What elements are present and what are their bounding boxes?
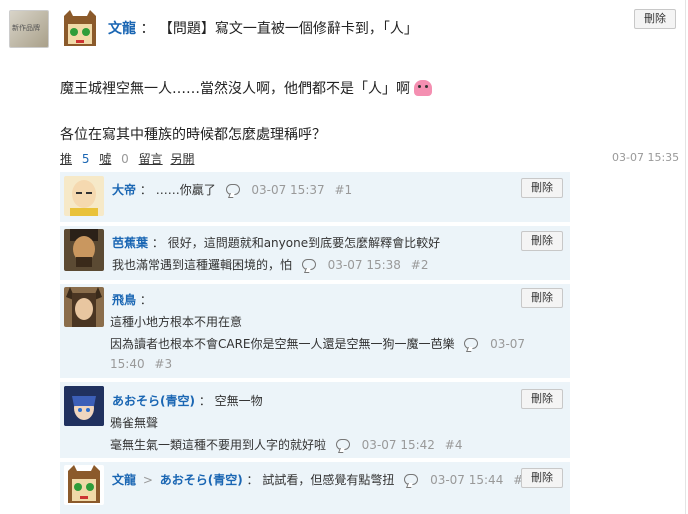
reply-4-text-3: 毫無生氣一類這種不要用到人字的就好啦: [110, 438, 327, 452]
right-border: [685, 0, 686, 514]
reply-5-target[interactable]: あおそら(青空): [160, 473, 243, 487]
reply-1-delete-button[interactable]: 刪除: [521, 178, 563, 198]
reply-5-author[interactable]: 文龍: [112, 473, 136, 487]
reply-3-line-1: 這種小地方根本不用在意: [110, 315, 243, 329]
boo-count: 0: [121, 152, 129, 166]
post-title-line: 文龍 ： 【問題】寫文一直被一個修辭卡到，「人」: [108, 18, 418, 38]
reply-5-time: 03-07 15:44: [430, 473, 504, 487]
post-body-text-1: 魔王城裡空無一人……當然沒人啊，他們都不是「人」啊: [60, 81, 410, 97]
reply-2-text-1: 很好，這問題就和anyone到底要怎麼解釋會比較好: [167, 236, 441, 250]
reply-2-text-2: 我也滿常遇到這種邏輯困境的，怕: [112, 258, 293, 272]
reply-1-time: 03-07 15:37: [251, 183, 325, 197]
reply-4-line-3: 毫無生氣一類這種不要用到人字的就好啦 03-07 15:42 #4: [110, 436, 462, 453]
reply-button[interactable]: 留言: [139, 152, 163, 166]
reply-1-colon: ：: [139, 183, 152, 197]
reply-4-line-1: あおそら(青空) ： 空無一物: [112, 392, 263, 409]
horned-girl-avatar-icon: [66, 287, 102, 327]
reply-item: [60, 462, 570, 514]
reply-2-delete-button[interactable]: 刪除: [521, 231, 563, 251]
post-title: 【問題】寫文一直被一個修辭卡到，「人」: [158, 21, 418, 37]
post-delete-button[interactable]: 刪除: [634, 9, 676, 29]
comment-bubble-icon[interactable]: [301, 259, 316, 270]
reply-avatar[interactable]: [64, 176, 104, 216]
open-button[interactable]: 另開: [170, 152, 194, 166]
push-count: 5: [81, 152, 90, 166]
reply-3-colon: ：: [139, 293, 152, 307]
reply-3-time: 15:40: [110, 357, 145, 371]
author-avatar[interactable]: [60, 10, 100, 48]
post-body-line-2: 各位在寫其中種族的時候都怎麼處理稱呼？: [60, 127, 326, 143]
reply-2-line-2: 我也滿常遇到這種邏輯困境的，怕 03-07 15:38 #2: [112, 256, 428, 273]
reply-3-floor: #3: [154, 357, 173, 371]
reply-3-delete-button[interactable]: 刪除: [521, 288, 563, 308]
reply-2-colon: ：: [151, 236, 164, 250]
reply-2-floor: #2: [410, 258, 429, 272]
reply-3-line-2: 因為讀者也根本不會CARE你是空無一人還是空無一狗一魔一芭樂 03-07: [110, 335, 525, 352]
reply-avatar[interactable]: [64, 287, 104, 327]
reply-5-colon: ：: [246, 473, 259, 487]
reply-2-time: 03-07 15:38: [327, 258, 401, 272]
post-actions: 推 5 噓 0 留言 另開: [60, 150, 194, 167]
cat-avatar-icon: [68, 465, 100, 503]
emoticon-icon: [414, 80, 433, 96]
reply-4-author[interactable]: あおそら(青空): [112, 394, 195, 408]
reply-1-line: 大帝 ： ……你贏了 03-07 15:37 #1: [112, 181, 352, 198]
comment-bubble-icon[interactable]: [225, 184, 240, 195]
reply-3-date: 03-07: [490, 337, 526, 351]
reply-avatar[interactable]: [64, 465, 104, 505]
bearded-man-avatar-icon: [70, 229, 98, 267]
reply-avatar[interactable]: [64, 386, 104, 426]
reply-1-author[interactable]: 大帝: [112, 183, 136, 197]
post-timestamp: 03-07 15:35: [612, 151, 680, 164]
reply-4-delete-button[interactable]: 刪除: [521, 389, 563, 409]
reply-5-delete-button[interactable]: 刪除: [521, 468, 563, 488]
post-body-line-1: 魔王城裡空無一人……當然沒人啊，他們都不是「人」啊: [60, 78, 433, 98]
reply-1-floor: #1: [334, 183, 353, 197]
push-button[interactable]: 推: [60, 152, 72, 166]
board-avatar-text: 新作品牌: [12, 24, 40, 32]
reply-5-line: 文龍 > あおそら(青空) ： 試試看，但感覺有點彆扭 03-07 15:44 …: [112, 471, 531, 488]
post-title-colon: ：: [140, 21, 155, 37]
blue-hair-avatar-icon: [64, 386, 104, 426]
comment-bubble-icon[interactable]: [335, 439, 350, 450]
reply-4-floor: #4: [444, 438, 463, 452]
reply-4-text-1: 空無一物: [214, 394, 263, 408]
reply-3-author[interactable]: 飛鳥: [112, 293, 136, 307]
reply-5-text: 試試看，但感覺有點彆扭: [262, 473, 395, 487]
reply-4-time: 03-07 15:42: [361, 438, 435, 452]
reply-5-arrow: >: [142, 473, 153, 487]
reply-2-line-1: 芭蕉葉 ： 很好，這問題就和anyone到底要怎麼解釋會比較好: [112, 234, 440, 251]
reply-3-header: 飛鳥 ：: [112, 291, 152, 308]
reply-2-author[interactable]: 芭蕉葉: [112, 236, 148, 250]
comment-bubble-icon[interactable]: [404, 474, 419, 485]
board-avatar[interactable]: 新作品牌: [9, 10, 49, 48]
reply-4-colon: ：: [198, 394, 211, 408]
boo-button[interactable]: 噓: [99, 152, 111, 166]
bald-hero-avatar-icon: [70, 180, 98, 216]
cat-avatar-icon: [64, 10, 96, 46]
comment-bubble-icon[interactable]: [464, 338, 479, 349]
reply-3-line-3: 15:40 #3: [110, 357, 172, 371]
reply-avatar[interactable]: [64, 229, 104, 271]
reply-3-text-2: 因為讀者也根本不會CARE你是空無一人還是空無一狗一魔一芭樂: [110, 337, 455, 351]
post-author-name[interactable]: 文龍: [108, 21, 136, 37]
reply-1-text: ……你贏了: [155, 183, 216, 197]
reply-4-line-2: 鴉雀無聲: [110, 416, 159, 430]
